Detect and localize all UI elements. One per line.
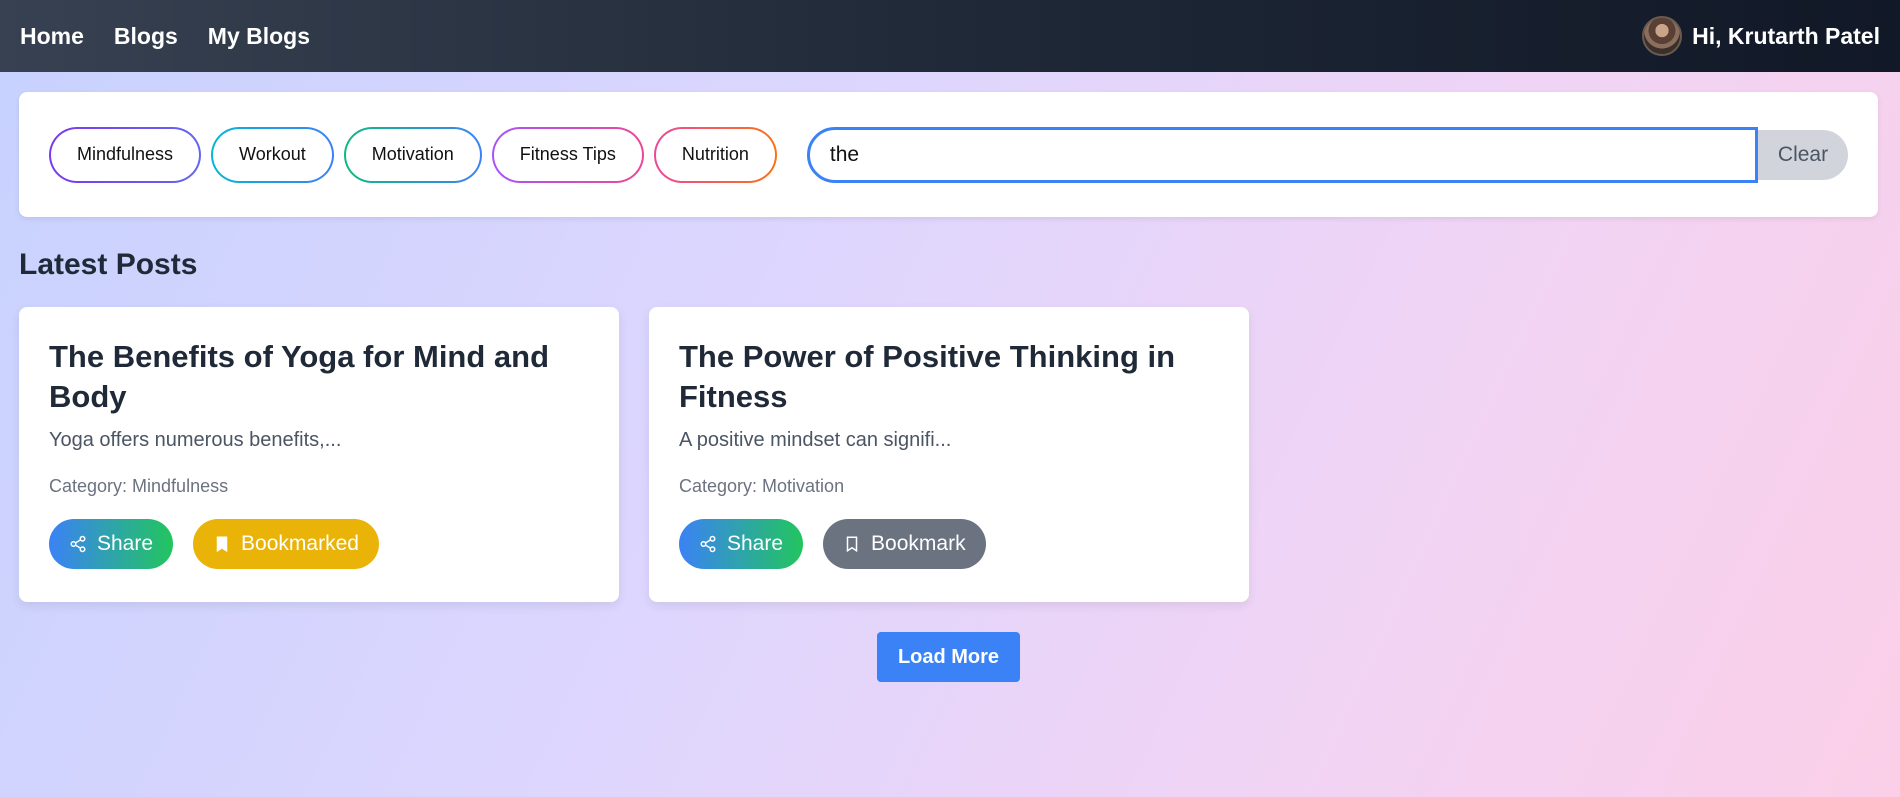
nav-links: Home Blogs My Blogs xyxy=(20,23,310,50)
share-label: Share xyxy=(97,532,154,555)
user-menu[interactable]: Hi, Krutarth Patel xyxy=(1642,16,1880,56)
post-actions: Share Bookmark xyxy=(679,519,1219,569)
search-input[interactable] xyxy=(806,126,1758,183)
avatar[interactable] xyxy=(1642,16,1683,56)
post-excerpt: A positive mindset can signifi... xyxy=(679,429,952,451)
chip-label: Nutrition xyxy=(655,128,775,181)
chip-nutrition[interactable]: Nutrition xyxy=(653,126,777,183)
post-title[interactable]: The Power of Positive Thinking in Fitnes… xyxy=(679,337,1219,417)
chip-label: Motivation xyxy=(345,128,480,181)
category-chips: Mindfulness Workout Motivation Fitness T… xyxy=(49,126,777,183)
bookmark-outline-icon xyxy=(843,535,861,553)
post-category: Category: Motivation xyxy=(679,476,845,496)
post-card: The Power of Positive Thinking in Fitnes… xyxy=(649,307,1249,602)
nav-link-home[interactable]: Home xyxy=(20,23,84,50)
chip-label: Workout xyxy=(213,128,332,181)
bookmark-label: Bookmark xyxy=(871,532,966,555)
share-button[interactable]: Share xyxy=(679,519,804,569)
share-icon xyxy=(69,535,87,553)
bookmark-filled-icon xyxy=(213,535,231,553)
post-excerpt: Yoga offers numerous benefits,... xyxy=(49,429,342,451)
chip-mindfulness[interactable]: Mindfulness xyxy=(49,126,202,183)
share-icon xyxy=(699,535,717,553)
bookmark-button[interactable]: Bookmark xyxy=(823,519,986,569)
chip-motivation[interactable]: Motivation xyxy=(343,126,482,183)
post-card: The Benefits of Yoga for Mind and Body Y… xyxy=(19,307,619,602)
bookmarked-button[interactable]: Bookmarked xyxy=(193,519,379,569)
share-button[interactable]: Share xyxy=(49,519,174,569)
post-category: Category: Mindfulness xyxy=(49,476,229,496)
section-title: Latest Posts xyxy=(19,248,198,281)
chip-fitness-tips[interactable]: Fitness Tips xyxy=(491,126,644,183)
search-bar: Clear xyxy=(806,126,1848,183)
post-title[interactable]: The Benefits of Yoga for Mind and Body xyxy=(49,337,589,417)
load-more-button[interactable]: Load More xyxy=(877,632,1020,682)
filter-panel: Mindfulness Workout Motivation Fitness T… xyxy=(19,92,1878,217)
nav-link-my-blogs[interactable]: My Blogs xyxy=(208,23,310,50)
user-greeting: Hi, Krutarth Patel xyxy=(1692,22,1880,49)
nav-link-blogs[interactable]: Blogs xyxy=(114,23,178,50)
chip-label: Fitness Tips xyxy=(493,128,642,181)
chip-workout[interactable]: Workout xyxy=(211,126,334,183)
top-navbar: Home Blogs My Blogs Hi, Krutarth Patel xyxy=(0,0,1900,72)
chip-label: Mindfulness xyxy=(51,128,200,181)
clear-button[interactable]: Clear xyxy=(1758,129,1848,180)
post-actions: Share Bookmarked xyxy=(49,519,589,569)
share-label: Share xyxy=(727,532,784,555)
bookmark-label: Bookmarked xyxy=(241,532,359,555)
